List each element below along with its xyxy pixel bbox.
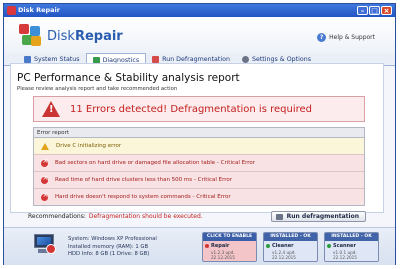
app-header: DiskRepair ? Help & Support [4,17,395,53]
brand-name: DiskRepair [47,29,123,44]
status-ok-icon [266,244,270,248]
warning-icon [42,101,60,117]
minimize-button[interactable]: – [357,6,368,15]
recommendation-value: Defragmentation should be executed. [88,213,203,220]
monitor-icon [24,56,31,63]
logo-icon [19,24,41,46]
cleaner-module-panel: INSTALLED - OK Cleaner v1.2.4 upd. 22.12… [263,232,318,262]
status-red-icon [205,244,209,248]
help-icon: ? [317,33,327,42]
list-item[interactable]: Hard drive doesn't respond to system com… [34,189,364,205]
error-list-header: Error report [34,128,364,138]
error-icon [41,174,48,184]
alert-text: 11 Errors detected! Defragmentation is r… [70,103,312,115]
error-icon [41,157,48,167]
window-title: Disk Repair [18,6,60,14]
computer-icon [32,234,56,256]
status-ok-icon [327,244,331,248]
gear-icon [241,56,249,63]
maximize-button[interactable]: □ [369,6,380,15]
list-item[interactable]: Read time of hard drive clusters less th… [34,172,364,189]
run-defragmentation-button[interactable]: Run defragmentation [270,211,366,222]
recommendation-bar: Recommendations: Defragmentation should … [10,209,384,224]
window-controls: – □ × [357,6,392,15]
report-subtitle: Please review analysis report and take r… [17,86,178,92]
defrag-icon [152,56,160,63]
close-button[interactable]: × [381,6,392,15]
system-footer: System: Windows XP Professional Installe… [4,227,395,265]
system-info: System: Windows XP Professional Installe… [68,236,157,257]
app-icon [7,6,16,15]
title-bar[interactable]: Disk Repair – □ × [4,4,395,17]
error-icon [41,191,48,201]
help-link[interactable]: ? Help & Support [317,33,375,42]
report-title: PC Performance & Stability analysis repo… [17,72,240,84]
help-label: Help & Support [329,34,375,41]
list-item[interactable]: Drive C initializing error [34,138,364,155]
error-list[interactable]: Error report Drive C initializing error … [33,127,365,206]
warning-icon [41,142,49,150]
repair-module-panel[interactable]: CLICK TO ENABLE Repair v1.2.3 upd. 22.12… [202,232,257,262]
scanner-module-panel: INSTALLED - OK Scanner v1.0.1 upd. 22.12… [324,232,379,262]
recommendation-label: Recommendations: [28,213,86,220]
list-item[interactable]: Bad sectors on hard drive or damaged fil… [34,155,364,172]
error-alert: 11 Errors detected! Defragmentation is r… [33,96,365,122]
